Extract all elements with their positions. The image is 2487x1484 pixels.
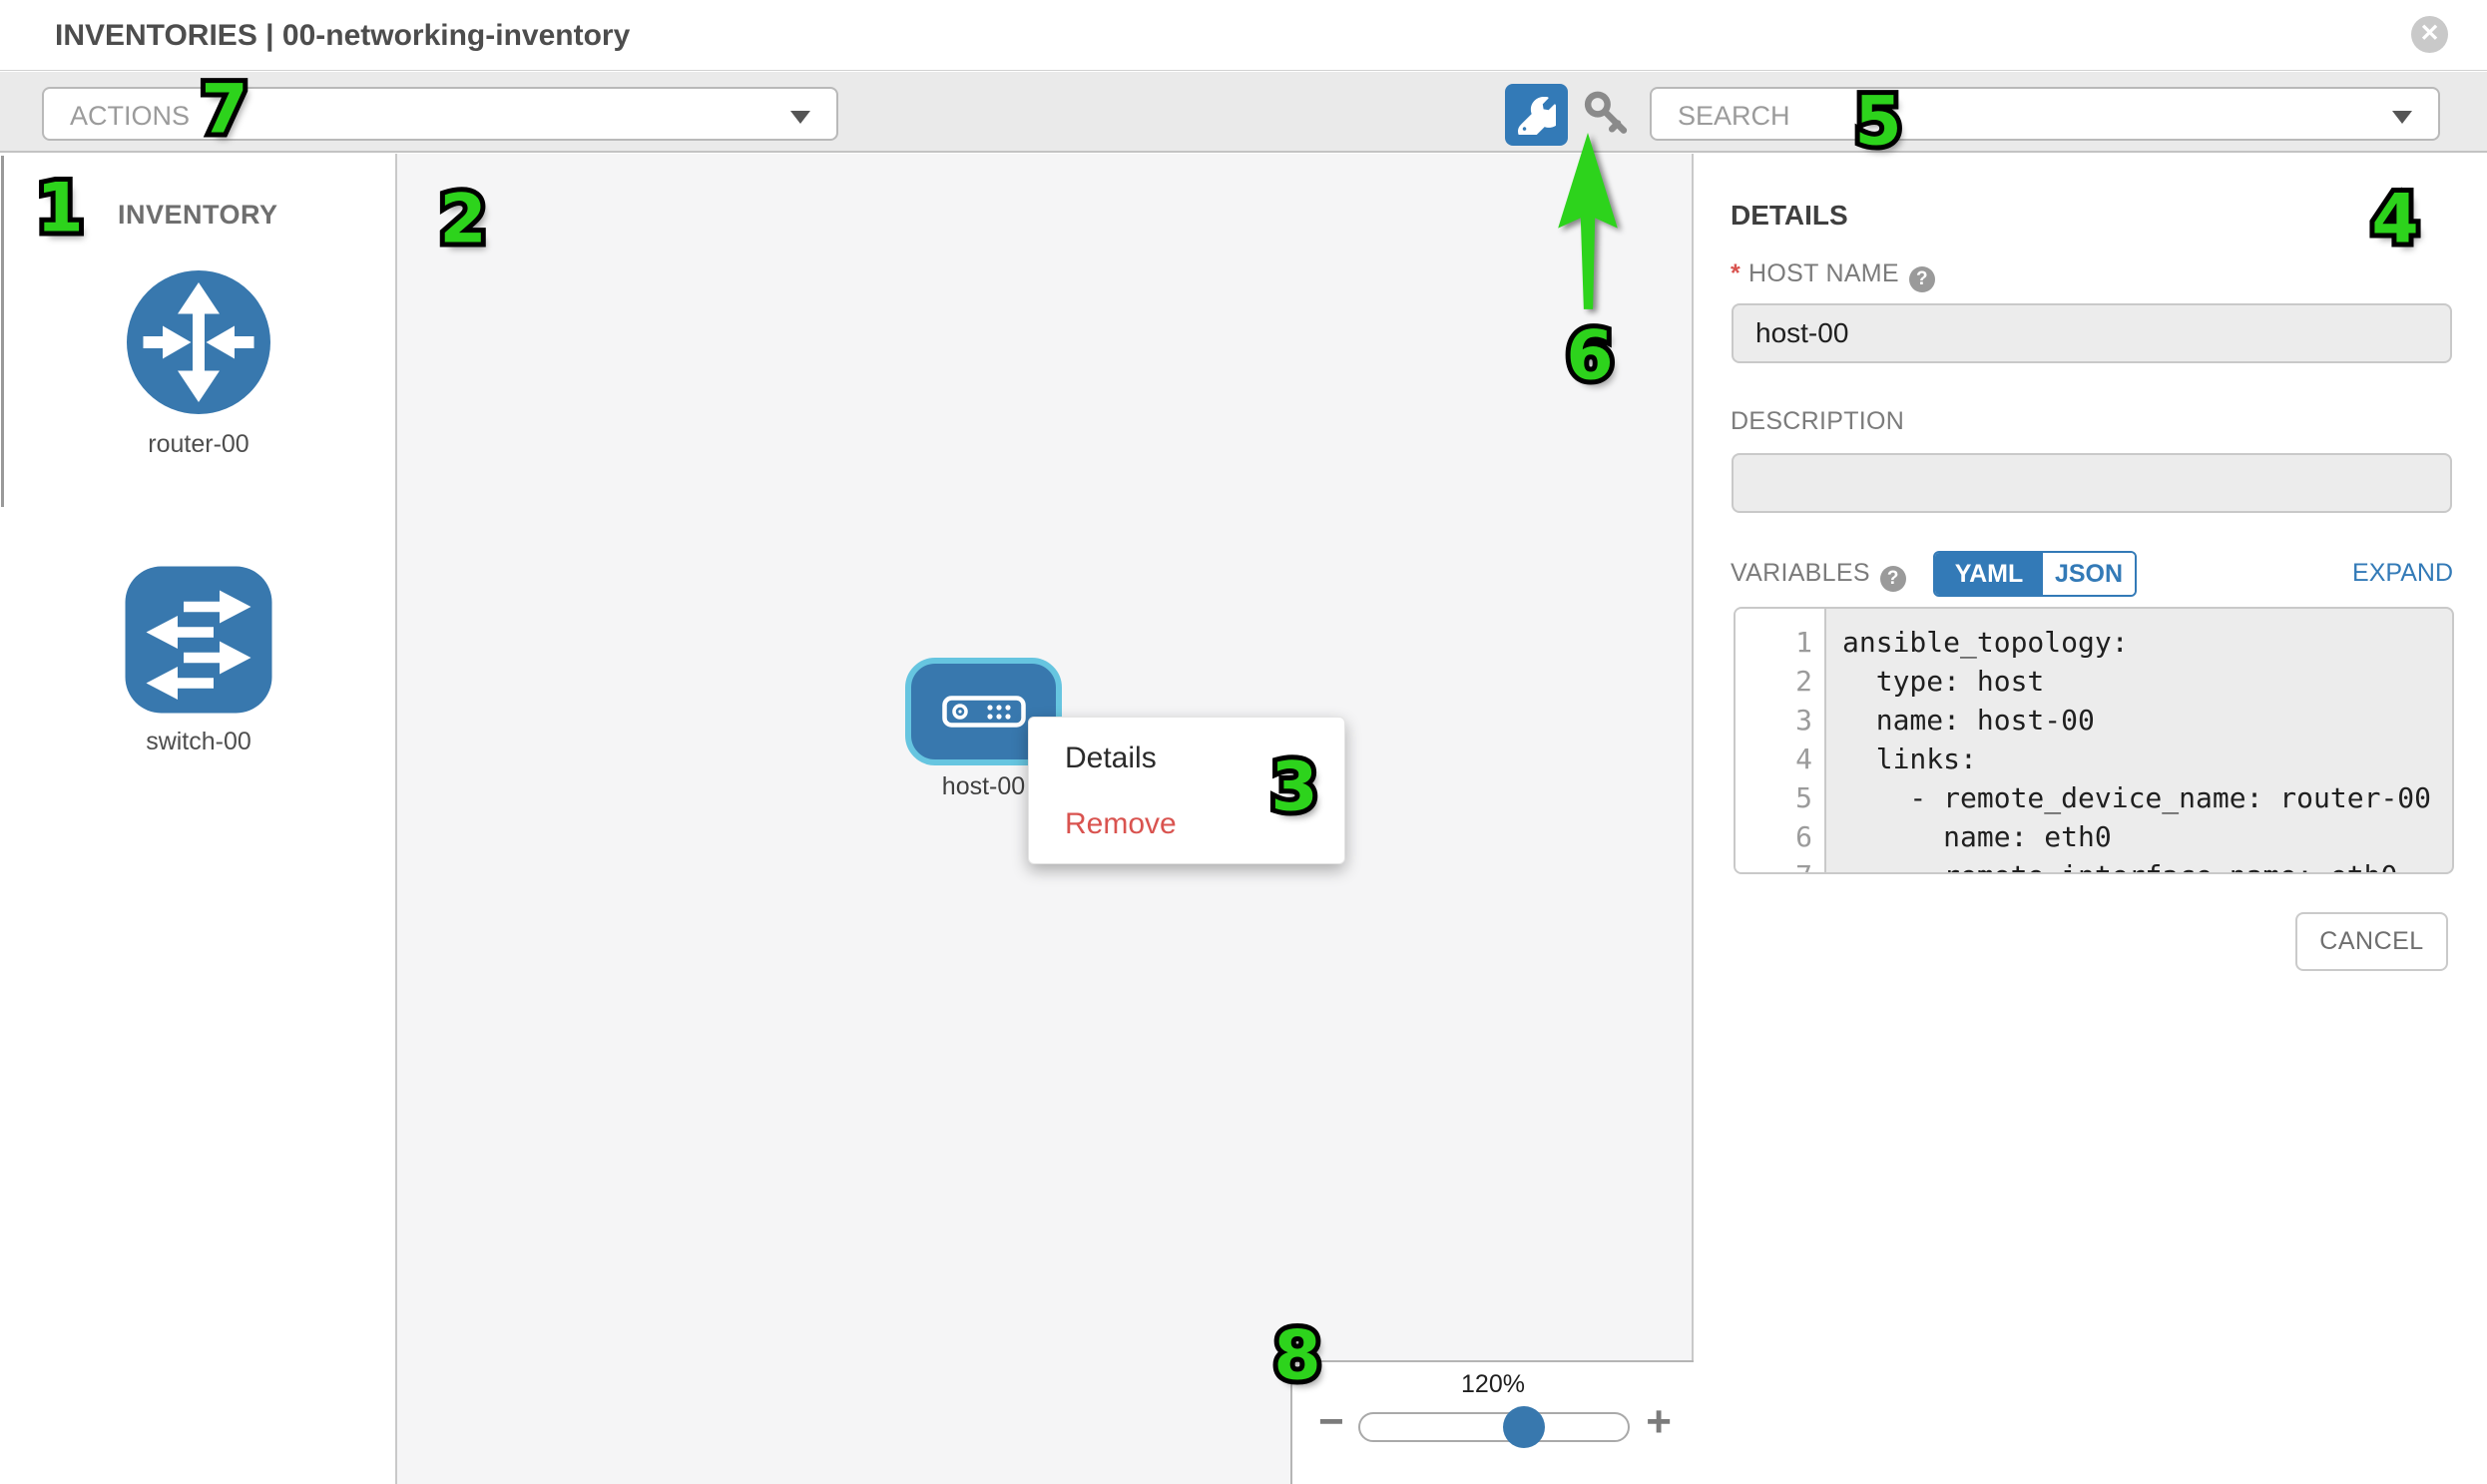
key-icon bbox=[1581, 89, 1633, 141]
help-icon[interactable]: ? bbox=[1880, 566, 1906, 592]
wrench-icon bbox=[1518, 97, 1556, 135]
inventory-heading: INVENTORY bbox=[118, 200, 278, 231]
page-title: INVENTORIES | 00-networking-inventory bbox=[55, 19, 630, 53]
code-line: remote_interface_name: eth0 bbox=[1842, 856, 2452, 874]
code-line: ansible_topology: bbox=[1842, 623, 2452, 662]
code-line: name: eth0 bbox=[1842, 817, 2452, 856]
key-button[interactable] bbox=[1579, 89, 1635, 143]
tab-json[interactable]: JSON bbox=[2043, 553, 2135, 595]
variables-code-editor[interactable]: 1 2 3 4 5 6 7 ansible_topology: type: ho… bbox=[1734, 607, 2454, 874]
actions-dropdown-label: ACTIONS bbox=[70, 101, 190, 132]
host-name-label: *HOST NAME? bbox=[1731, 259, 1935, 292]
description-input[interactable] bbox=[1732, 453, 2452, 513]
tools-button[interactable] bbox=[1505, 84, 1568, 146]
code-line: type: host bbox=[1842, 662, 2452, 701]
details-heading: DETAILS bbox=[1731, 200, 1848, 232]
editor-line-numbers: 1 2 3 4 5 6 7 bbox=[1736, 609, 1826, 872]
line-number: 5 bbox=[1736, 778, 1824, 817]
host-name-input[interactable] bbox=[1732, 303, 2452, 363]
menu-item-details[interactable]: Details bbox=[1065, 742, 1157, 775]
line-number: 3 bbox=[1736, 701, 1824, 740]
toolbar: ACTIONS SEARCH bbox=[0, 72, 2487, 153]
variables-row: VARIABLES? YAML JSON EXPAND bbox=[1731, 551, 2453, 597]
router-icon bbox=[124, 267, 273, 417]
editor-code-area[interactable]: ansible_topology: type: host name: host-… bbox=[1826, 609, 2452, 872]
expand-link[interactable]: EXPAND bbox=[2352, 559, 2453, 588]
close-icon[interactable]: ✕ bbox=[2411, 16, 2448, 53]
sidebar-scrollbar[interactable] bbox=[1, 156, 4, 507]
variables-label: VARIABLES? bbox=[1731, 559, 1906, 592]
chevron-down-icon bbox=[790, 111, 810, 124]
details-panel: DETAILS *HOST NAME? DESCRIPTION VARIABLE… bbox=[1697, 154, 2487, 1484]
code-line: links: bbox=[1842, 740, 2452, 778]
cancel-button[interactable]: CANCEL bbox=[2295, 912, 2448, 971]
node-context-menu: Details Remove bbox=[1028, 717, 1345, 864]
host-icon bbox=[942, 696, 1026, 728]
zoom-out-button[interactable]: − bbox=[1318, 1400, 1344, 1444]
palette-item-label: switch-00 bbox=[124, 728, 273, 756]
page-header: INVENTORIES | 00-networking-inventory ✕ bbox=[0, 0, 2487, 71]
palette-item-router[interactable]: router-00 bbox=[124, 267, 273, 459]
code-line: - remote_device_name: router-00 bbox=[1842, 778, 2452, 817]
line-number: 6 bbox=[1736, 817, 1824, 856]
line-number: 4 bbox=[1736, 740, 1824, 778]
zoom-level-value: 120% bbox=[1292, 1370, 1694, 1399]
search-dropdown[interactable]: SEARCH bbox=[1650, 87, 2440, 141]
inventory-sidebar: INVENTORY router-00 bbox=[0, 154, 397, 1484]
zoom-in-button[interactable]: + bbox=[1646, 1400, 1672, 1444]
inventory-topology-page: INVENTORIES | 00-networking-inventory ✕ … bbox=[0, 0, 2487, 1484]
description-label: DESCRIPTION bbox=[1731, 407, 1904, 436]
line-number: 2 bbox=[1736, 662, 1824, 701]
zoom-control-panel: 120% − + bbox=[1290, 1360, 1694, 1484]
line-number: 7 bbox=[1736, 856, 1824, 874]
menu-item-remove[interactable]: Remove bbox=[1065, 807, 1177, 841]
host-name-label-text: HOST NAME bbox=[1748, 259, 1899, 287]
required-marker: * bbox=[1731, 259, 1741, 287]
actions-dropdown[interactable]: ACTIONS bbox=[42, 87, 838, 141]
search-dropdown-label: SEARCH bbox=[1678, 101, 1790, 132]
help-icon[interactable]: ? bbox=[1909, 266, 1935, 292]
palette-item-switch[interactable]: switch-00 bbox=[124, 565, 273, 756]
line-number: 1 bbox=[1736, 623, 1824, 662]
zoom-slider-track[interactable] bbox=[1358, 1412, 1630, 1442]
palette-item-label: router-00 bbox=[124, 430, 273, 459]
code-line: name: host-00 bbox=[1842, 701, 2452, 740]
format-toggle: YAML JSON bbox=[1933, 551, 2137, 597]
topology-canvas[interactable]: host-00 Details Remove 120% − + bbox=[397, 154, 1694, 1484]
tab-yaml[interactable]: YAML bbox=[1935, 553, 2043, 595]
chevron-down-icon bbox=[2392, 111, 2412, 124]
zoom-slider-thumb[interactable] bbox=[1503, 1406, 1545, 1448]
switch-icon bbox=[124, 565, 273, 715]
